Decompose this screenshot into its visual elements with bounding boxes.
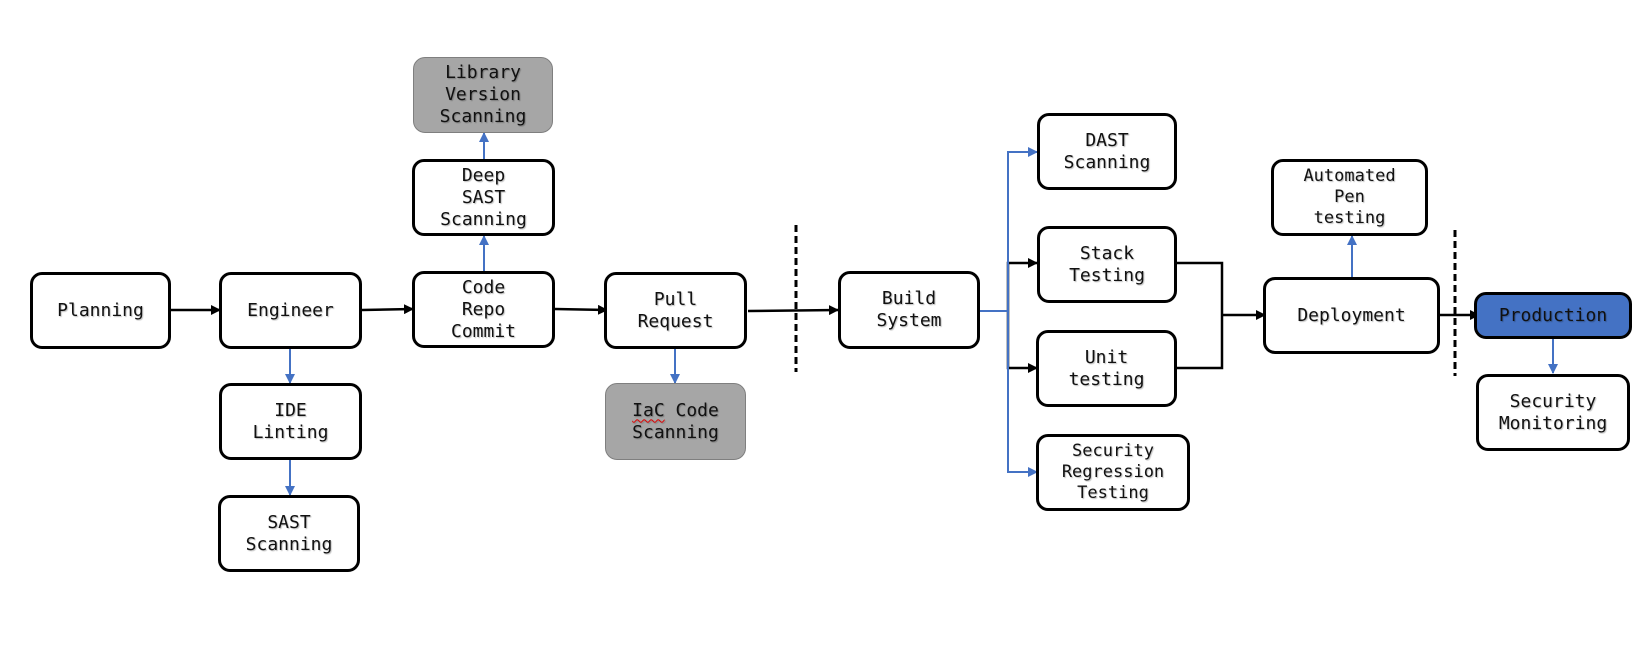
node-label: Deep SAST Scanning [440, 164, 527, 230]
edge-engineer-commit [361, 304, 414, 315]
node-label: Automated Pen testing [1303, 166, 1396, 228]
node-iac-code-scanning: IaC Code Scanning [605, 383, 746, 460]
pipeline-diagram: Planning Engineer IDE Linting SAST Scann… [0, 0, 1652, 646]
node-deployment: Deployment [1263, 277, 1440, 354]
node-library-version-scanning: Library Version Scanning [413, 57, 553, 133]
node-label: Pull Request [637, 288, 714, 332]
edge-commit-pr [554, 304, 608, 315]
spellcheck-word: IaC [632, 399, 665, 421]
node-label: Production [1498, 304, 1608, 326]
edge-pr-build [747, 305, 839, 316]
node-unit-testing: Unit testing [1036, 330, 1177, 407]
node-label: IaC Code Scanning [632, 400, 719, 444]
node-label: Security Monitoring [1498, 390, 1608, 434]
node-label: Stack Testing [1069, 242, 1145, 286]
node-engineer: Engineer [219, 272, 362, 349]
edge-build-secregression [1007, 311, 1038, 477]
node-label: IDE Linting [252, 399, 329, 443]
node-label: Security Regression Testing [1061, 441, 1165, 503]
node-label: Build System [876, 288, 942, 331]
edge-build-dast [1007, 147, 1038, 311]
node-stack-testing: Stack Testing [1037, 226, 1177, 303]
node-label: Unit testing [1068, 346, 1145, 390]
node-security-regression-testing: Security Regression Testing [1036, 434, 1190, 511]
node-production: Production [1474, 292, 1632, 339]
node-dast-scanning: DAST Scanning [1037, 113, 1177, 190]
node-sast-scanning: SAST Scanning [218, 495, 360, 572]
node-label: Deployment [1297, 304, 1406, 326]
node-label: Library Version Scanning [439, 62, 527, 127]
node-build-system: Build System [838, 271, 980, 349]
edge-stack-merge [1177, 261, 1224, 370]
node-deep-sast-scanning: Deep SAST Scanning [412, 159, 555, 236]
node-automated-pen-testing: Automated Pen testing [1271, 159, 1428, 236]
edge-build-stack [1006, 258, 1038, 310]
node-security-monitoring: Security Monitoring [1476, 374, 1630, 451]
node-label: DAST Scanning [1063, 129, 1151, 173]
node-label: SAST Scanning [245, 511, 333, 555]
node-label: Code Repo Commit [450, 276, 517, 342]
node-ide-linting: IDE Linting [219, 383, 362, 460]
node-pull-request: Pull Request [604, 272, 747, 349]
node-planning: Planning [30, 272, 171, 349]
edge-build-unit [1006, 310, 1038, 373]
node-label: Engineer [247, 299, 334, 321]
node-label: Planning [57, 299, 144, 321]
node-code-repo-commit: Code Repo Commit [412, 271, 555, 348]
